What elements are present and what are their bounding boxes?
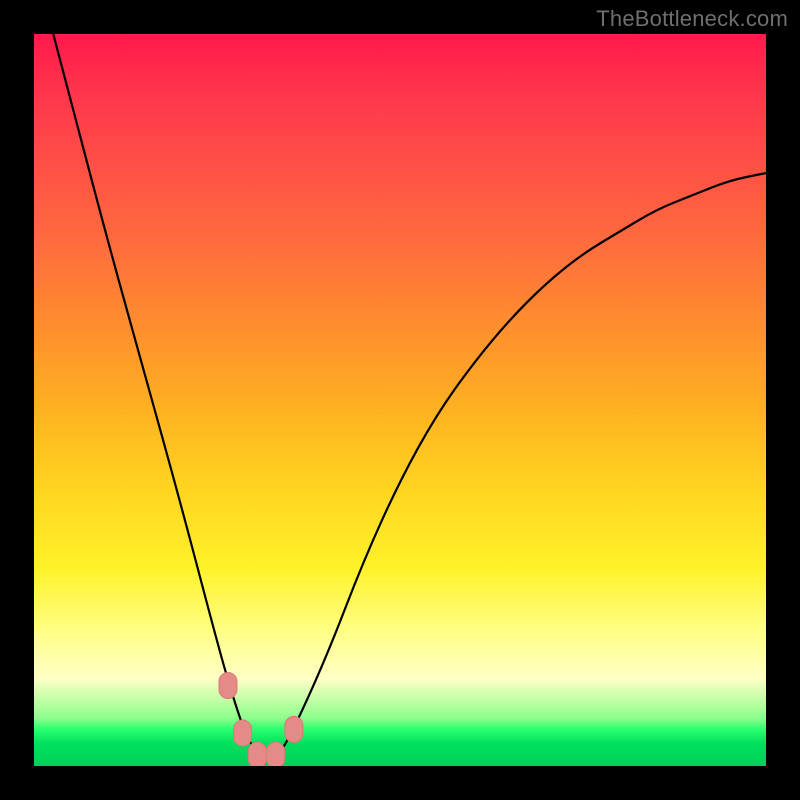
plot-area (34, 34, 766, 766)
valley-marker (285, 716, 303, 742)
watermark-text: TheBottleneck.com (596, 6, 788, 32)
chart-frame: TheBottleneck.com (0, 0, 800, 800)
valley-marker (234, 720, 252, 746)
valley-marker (267, 742, 285, 766)
valley-marker (248, 742, 266, 766)
bottleneck-curve (34, 34, 766, 766)
valley-marker (219, 672, 237, 698)
